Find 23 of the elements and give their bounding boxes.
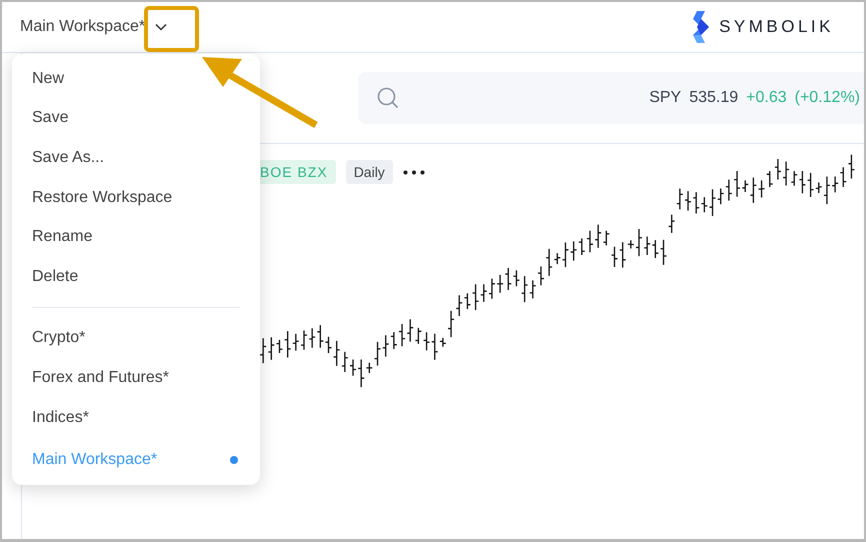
quote-symbol: SPY <box>649 89 682 107</box>
menu-item[interactable]: Restore Workspace <box>32 178 240 218</box>
workspace-item[interactable]: Indices* <box>32 398 240 438</box>
quote-price: 535.19 <box>689 89 738 107</box>
more-icon[interactable] <box>402 170 425 174</box>
logo-text: SYMBOLIK <box>719 17 834 37</box>
quote-change: +0.63 <box>746 89 787 107</box>
menu-item[interactable]: New <box>32 59 240 99</box>
menu-item[interactable]: Save <box>32 98 240 138</box>
quote-change-percent: (+0.12%) <box>794 89 860 107</box>
workspace-item[interactable]: Crypto* <box>32 318 240 358</box>
highlight-box <box>144 6 199 52</box>
menu-item[interactable]: Save As... <box>32 138 240 178</box>
logo-icon <box>693 11 710 43</box>
menu-item[interactable]: Rename <box>32 217 240 257</box>
workspace-title[interactable]: Main Workspace* <box>20 18 146 36</box>
workspace-item[interactable]: Forex and Futures* <box>32 358 240 398</box>
selected-dot-icon <box>230 456 238 464</box>
search-icon <box>376 86 400 110</box>
menu-item[interactable]: Delete <box>32 256 240 297</box>
search-field[interactable]: SPY 535.19 +0.63 (+0.12%) <box>358 72 864 124</box>
interval-tag[interactable]: Daily <box>346 160 393 184</box>
chevron-down-icon[interactable] <box>155 23 168 31</box>
